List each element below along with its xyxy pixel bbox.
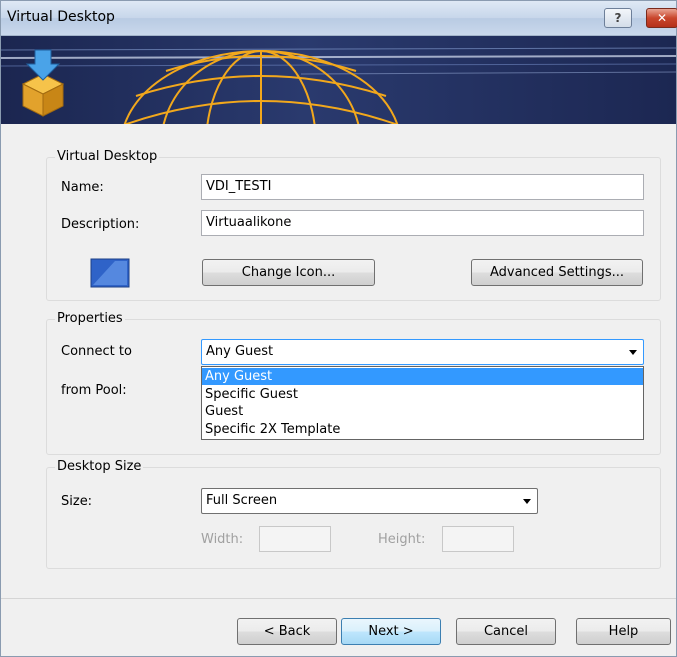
close-icon: ✕ [656,11,668,25]
option-specific-guest[interactable]: Specific Guest [202,386,643,403]
height-label: Height: [378,532,426,547]
description-label: Description: [61,217,140,232]
title-bar[interactable]: Virtual Desktop ? ✕ [1,1,677,36]
footer-separator [1,598,676,599]
width-label: Width: [201,532,244,547]
size-combobox[interactable]: Full Screen [201,488,538,514]
option-any-guest[interactable]: Any Guest [202,368,643,385]
option-specific-2x-template[interactable]: Specific 2X Template [202,421,643,438]
back-button[interactable]: < Back [237,618,337,645]
help-title-button[interactable]: ? [604,8,632,28]
from-pool-label: from Pool: [61,383,127,398]
connect-to-dropdown-list[interactable]: Any Guest Specific Guest Guest Specific … [201,366,644,440]
virtual-desktop-group-title: Virtual Desktop [55,149,160,164]
next-button[interactable]: Next > [341,618,441,645]
properties-group-title: Properties [55,311,125,326]
width-field[interactable] [259,526,331,552]
window-title: Virtual Desktop [7,9,115,25]
option-guest[interactable]: Guest [202,403,643,420]
size-value: Full Screen [206,493,278,508]
chevron-down-icon[interactable] [629,350,637,355]
connect-to-label: Connect to [61,344,132,359]
install-box-icon [21,49,65,117]
banner-stripes [1,47,676,75]
connect-to-value: Any Guest [206,344,274,359]
chevron-down-icon[interactable] [523,499,531,504]
cancel-button[interactable]: Cancel [456,618,556,645]
help-icon: ? [614,11,622,25]
globe-logo [123,50,399,124]
desktop-size-group-title: Desktop Size [55,459,144,474]
name-field[interactable]: VDI_TESTI [201,174,644,200]
close-button[interactable]: ✕ [646,8,677,28]
virtual-desktop-dialog: Virtual Desktop ? ✕ Virtual Desktop Name… [0,0,677,657]
advanced-settings-button[interactable]: Advanced Settings... [471,259,643,286]
name-label: Name: [61,180,104,195]
size-label: Size: [61,494,93,509]
description-field[interactable]: Virtuaalikone [201,210,644,236]
desktop-size-group [46,467,661,569]
change-icon-button[interactable]: Change Icon... [202,259,375,286]
desktop-icon [90,258,130,288]
height-field[interactable] [442,526,514,552]
header-banner [1,36,676,124]
connect-to-combobox[interactable]: Any Guest [201,339,644,365]
help-button[interactable]: Help [576,618,671,645]
